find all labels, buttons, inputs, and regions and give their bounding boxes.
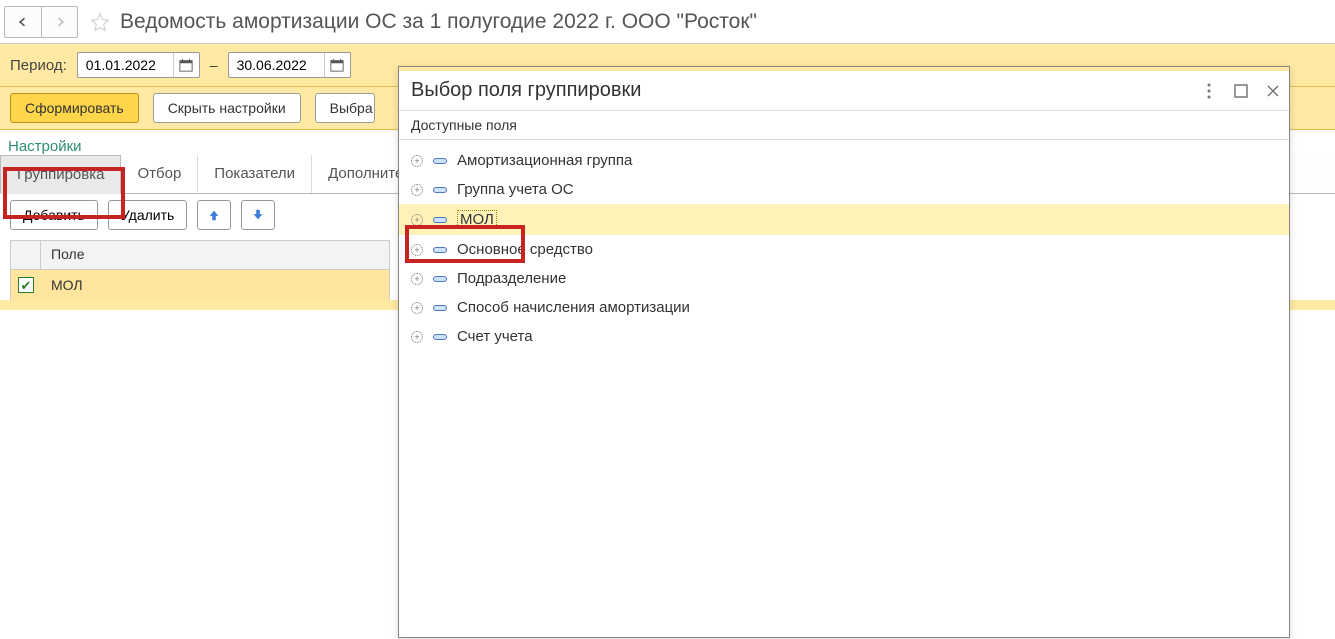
list-item[interactable]: + Подразделение <box>399 264 1289 293</box>
field-label: Способ начисления амортизации <box>457 299 690 316</box>
period-label: Период: <box>10 57 67 74</box>
field-icon <box>433 247 447 253</box>
dialog-title: Выбор поля группировки <box>411 79 1201 102</box>
delete-button[interactable]: Удалить <box>108 200 187 230</box>
expand-icon[interactable]: + <box>411 184 423 196</box>
expand-icon[interactable]: + <box>411 244 423 256</box>
available-fields-list: + Амортизационная группа + Группа учета … <box>399 140 1289 637</box>
tab-filter[interactable]: Отбор <box>121 155 198 193</box>
list-item[interactable]: + МОЛ <box>399 204 1289 235</box>
generate-button[interactable]: Сформировать <box>10 93 139 123</box>
add-button[interactable]: Добавить <box>10 200 98 230</box>
period-to-input[interactable] <box>229 54 324 76</box>
field-label: Счет учета <box>457 328 533 345</box>
grouping-col-field: Поле <box>41 241 389 269</box>
list-item[interactable]: + Амортизационная группа <box>399 146 1289 175</box>
field-icon <box>433 276 447 282</box>
grouping-table: Поле ✔ МОЛ <box>10 240 390 301</box>
field-icon <box>433 158 447 164</box>
period-from-field <box>77 52 200 78</box>
nav-back-button[interactable] <box>5 7 41 37</box>
list-item[interactable]: + Счет учета <box>399 322 1289 351</box>
tab-indicators[interactable]: Показатели <box>198 155 312 193</box>
period-from-input[interactable] <box>78 54 173 76</box>
field-label: Амортизационная группа <box>457 152 632 169</box>
choose-settings-button[interactable]: Выбра <box>315 93 375 123</box>
expand-icon[interactable]: + <box>411 214 423 226</box>
expand-icon[interactable]: + <box>411 273 423 285</box>
field-icon <box>433 305 447 311</box>
period-separator: – <box>210 57 218 73</box>
list-item[interactable]: + Основное средство <box>399 235 1289 264</box>
nav-history-group <box>4 6 78 38</box>
hide-settings-button[interactable]: Скрыть настройки <box>153 93 301 123</box>
field-label: МОЛ <box>457 210 497 229</box>
close-icon[interactable] <box>1265 83 1281 99</box>
calendar-icon[interactable] <box>324 53 350 77</box>
grouping-field-dialog: Выбор поля группировки Доступные поля + … <box>398 66 1290 638</box>
maximize-icon[interactable] <box>1233 83 1249 99</box>
row-checkbox[interactable]: ✔ <box>18 277 34 293</box>
move-up-button[interactable] <box>197 200 231 230</box>
field-label: Группа учета ОС <box>457 181 574 198</box>
nav-forward-button[interactable] <box>41 7 77 37</box>
title-bar: Ведомость амортизации ОС за 1 полугодие … <box>0 0 1335 44</box>
favorite-star-icon[interactable] <box>88 10 112 34</box>
calendar-icon[interactable] <box>173 53 199 77</box>
dialog-available-label: Доступные поля <box>399 111 1289 140</box>
move-down-button[interactable] <box>241 200 275 230</box>
dialog-header: Выбор поля группировки <box>399 71 1289 111</box>
expand-icon[interactable]: + <box>411 302 423 314</box>
list-item[interactable]: + Группа учета ОС <box>399 175 1289 204</box>
tab-grouping[interactable]: Группировка <box>0 155 121 194</box>
grouping-table-header: Поле <box>11 241 389 270</box>
list-item[interactable]: + Способ начисления амортизации <box>399 293 1289 322</box>
more-menu-icon[interactable] <box>1201 83 1217 99</box>
row-field-label: МОЛ <box>41 273 389 297</box>
page-title: Ведомость амортизации ОС за 1 полугодие … <box>120 10 757 34</box>
field-label: Подразделение <box>457 270 566 287</box>
expand-icon[interactable]: + <box>411 331 423 343</box>
field-icon <box>433 334 447 340</box>
field-icon <box>433 187 447 193</box>
expand-icon[interactable]: + <box>411 155 423 167</box>
field-icon <box>433 217 447 223</box>
period-to-field <box>228 52 351 78</box>
field-label: Основное средство <box>457 241 593 258</box>
table-row[interactable]: ✔ МОЛ <box>11 270 389 300</box>
